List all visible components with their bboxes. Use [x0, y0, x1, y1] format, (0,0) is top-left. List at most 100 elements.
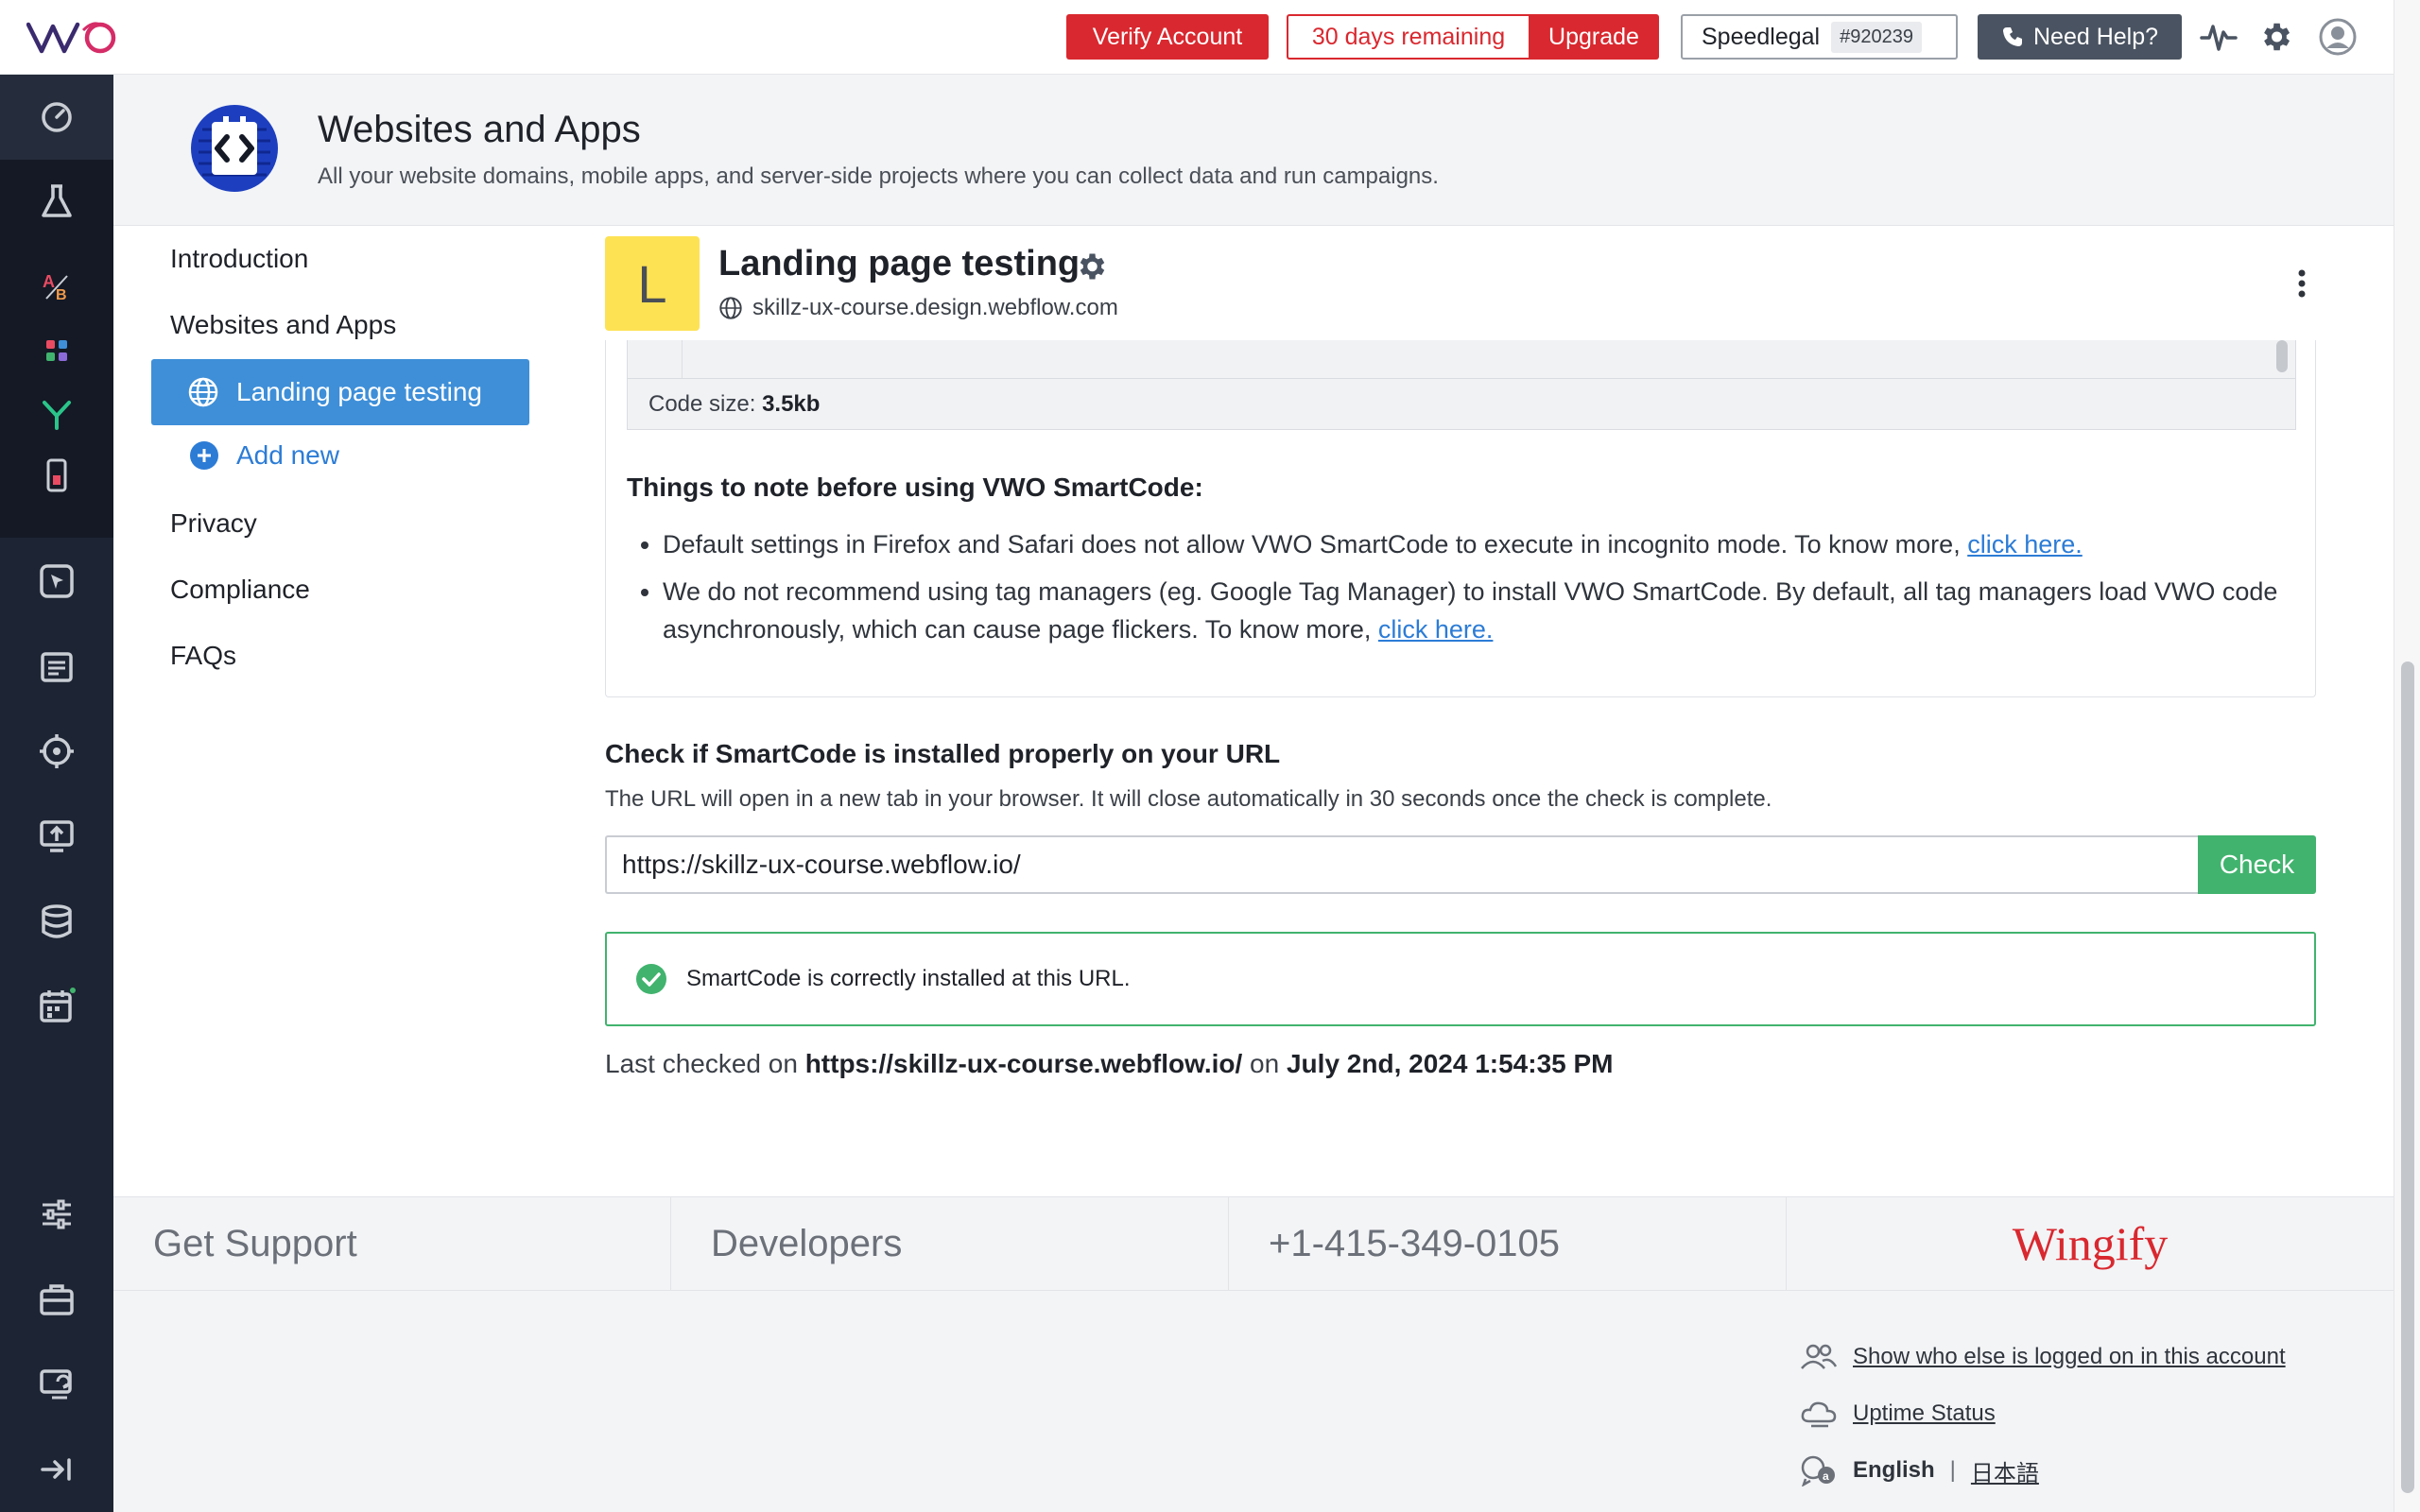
- project-settings-gear-icon[interactable]: [1074, 249, 1108, 284]
- nav-faqs[interactable]: FAQs: [170, 641, 236, 671]
- page-scrollbar[interactable]: [2394, 0, 2420, 1512]
- note-click-here-link[interactable]: click here.: [1967, 530, 2083, 558]
- code-line-gutter: [628, 340, 683, 378]
- plus-circle-icon: [190, 441, 218, 470]
- code-scrollbar[interactable]: [2276, 340, 2288, 372]
- apps-grid-icon[interactable]: [34, 328, 79, 373]
- smartcode-card: Code size: 3.5kb Things to note before u…: [605, 340, 2316, 697]
- notes-title: Things to note before using VWO SmartCod…: [627, 472, 1203, 502]
- last-checked-url: https://skillz-ux-course.webflow.io/: [804, 1049, 1243, 1078]
- mobile-icon[interactable]: [34, 453, 79, 498]
- account-switcher[interactable]: Speedlegal #920239: [1681, 14, 1958, 60]
- nav-websites-and-apps[interactable]: Websites and Apps: [170, 310, 396, 340]
- nav-active-label: Landing page testing: [236, 377, 482, 406]
- gear-icon[interactable]: [2256, 17, 2295, 57]
- developers-link[interactable]: Developers: [671, 1197, 1229, 1290]
- code-size: Code size: 3.5kb: [648, 391, 820, 418]
- collapse-sidebar-icon[interactable]: [34, 1447, 79, 1492]
- last-checked-time: July 2nd, 2024 1:54:35 PM: [1286, 1049, 1614, 1078]
- notes-list: Default settings in Firefox and Safari d…: [663, 525, 2289, 658]
- switch-account-icon[interactable]: [34, 1362, 79, 1407]
- footer-link-row: Uptime Status: [1800, 1385, 2286, 1442]
- calendar-icon[interactable]: [34, 984, 79, 1029]
- code-size-value: 3.5kb: [762, 391, 821, 417]
- note-click-here-link[interactable]: click here.: [1378, 615, 1494, 644]
- add-new-project-link[interactable]: Add new: [189, 440, 339, 471]
- show-logged-in-users-link[interactable]: Show who else is logged on in this accou…: [1853, 1344, 2286, 1370]
- ab-test-icon[interactable]: AB: [34, 264, 79, 309]
- top-bar: Verify Account 30 days remaining Upgrade…: [0, 0, 2394, 75]
- heatmap-cursor-icon[interactable]: [34, 558, 79, 604]
- footer-bottom: Show who else is logged on in this accou…: [113, 1291, 2394, 1512]
- project-header: L Landing page testing skillz-ux-course.…: [605, 236, 2316, 340]
- need-help-button[interactable]: Need Help?: [1978, 14, 2182, 60]
- nav-privacy[interactable]: Privacy: [170, 508, 257, 539]
- need-help-label: Need Help?: [2032, 23, 2159, 50]
- activity-icon[interactable]: [2199, 17, 2238, 57]
- footer-link-row: Show who else is logged on in this accou…: [1800, 1329, 2286, 1385]
- note-item: We do not recommend using tag managers (…: [663, 573, 2289, 648]
- install-success-alert: SmartCode is correctly installed at this…: [605, 932, 2316, 1026]
- briefcase-icon[interactable]: [34, 1277, 79, 1322]
- get-support-link[interactable]: Get Support: [113, 1197, 671, 1290]
- upgrade-button[interactable]: Upgrade: [1529, 14, 1659, 60]
- more-options-kebab-icon[interactable]: [2288, 263, 2316, 304]
- split-funnel-icon[interactable]: [34, 392, 79, 438]
- account-name: Speedlegal: [1702, 23, 1821, 50]
- svg-text:A: A: [43, 272, 55, 291]
- uptime-cloud-icon: [1801, 1401, 1837, 1428]
- language-separator: |: [1949, 1457, 1956, 1483]
- check-button[interactable]: Check: [2198, 835, 2316, 894]
- footer-links: Show who else is logged on in this accou…: [1800, 1329, 2286, 1499]
- trial-days-remaining: 30 days remaining: [1287, 14, 1529, 60]
- note-text: Default settings in Firefox and Safari d…: [663, 530, 1961, 558]
- survey-list-icon[interactable]: [34, 644, 79, 689]
- check-circle-icon: [636, 964, 666, 994]
- account-id-badge: #920239: [1831, 21, 1922, 53]
- page-subtitle: All your website domains, mobile apps, a…: [318, 163, 1439, 189]
- nav-compliance[interactable]: Compliance: [170, 575, 310, 605]
- deploy-icon[interactable]: [34, 814, 79, 859]
- language-icon: a: [1801, 1455, 1835, 1486]
- experiment-flask-icon[interactable]: [34, 179, 79, 224]
- svg-text:B: B: [56, 287, 67, 302]
- settings-sliders-icon[interactable]: [34, 1192, 79, 1237]
- check-section-title: Check if SmartCode is installed properly…: [605, 739, 1281, 768]
- uptime-status-link[interactable]: Uptime Status: [1853, 1400, 1996, 1427]
- page-scrollbar-thumb[interactable]: [2401, 662, 2414, 1493]
- note-item: Default settings in Firefox and Safari d…: [663, 525, 2289, 563]
- footer-link-row: a English | 日本語: [1800, 1442, 2286, 1499]
- last-checked-on: on: [1250, 1049, 1280, 1078]
- left-sidebar: AB: [0, 75, 113, 1512]
- success-message: SmartCode is correctly installed at this…: [686, 966, 1131, 991]
- footer-strip: Get Support Developers +1-415-349-0105 W…: [113, 1196, 2394, 1291]
- add-new-label: Add new: [236, 440, 339, 470]
- user-avatar-icon[interactable]: [2318, 17, 2358, 57]
- globe-icon: [188, 377, 218, 407]
- project-name: Landing page testing: [718, 244, 1080, 284]
- code-divider: [628, 378, 2295, 379]
- project-avatar: L: [605, 236, 700, 331]
- websites-apps-icon: [191, 105, 278, 192]
- database-icon[interactable]: [34, 899, 79, 944]
- check-section-description: The URL will open in a new tab in your b…: [605, 786, 1772, 812]
- vwo-logo[interactable]: [26, 17, 130, 59]
- verify-account-button[interactable]: Verify Account: [1066, 14, 1269, 60]
- dashboard-icon[interactable]: [34, 94, 79, 139]
- wingify-logo[interactable]: Wingify: [1787, 1197, 2394, 1290]
- language-japanese-link[interactable]: 日本語: [1971, 1454, 2039, 1487]
- phone-icon: [2002, 27, 2022, 46]
- support-phone[interactable]: +1-415-349-0105: [1229, 1197, 1787, 1290]
- project-domain: skillz-ux-course.design.webflow.com: [718, 295, 1118, 321]
- globe-icon: [719, 297, 742, 319]
- nav-landing-page-testing[interactable]: Landing page testing: [151, 359, 529, 425]
- nav-introduction[interactable]: Introduction: [170, 244, 308, 274]
- last-checked-info: Last checked on https://skillz-ux-course…: [605, 1049, 1614, 1079]
- check-url-input[interactable]: [605, 835, 2199, 894]
- smartcode-code-box[interactable]: Code size: 3.5kb: [627, 340, 2296, 430]
- page-title: Websites and Apps: [318, 109, 641, 150]
- project-domain-text: skillz-ux-course.design.webflow.com: [752, 295, 1118, 320]
- language-english[interactable]: English: [1853, 1457, 1935, 1484]
- target-icon[interactable]: [34, 729, 79, 774]
- code-size-label: Code size:: [648, 391, 756, 417]
